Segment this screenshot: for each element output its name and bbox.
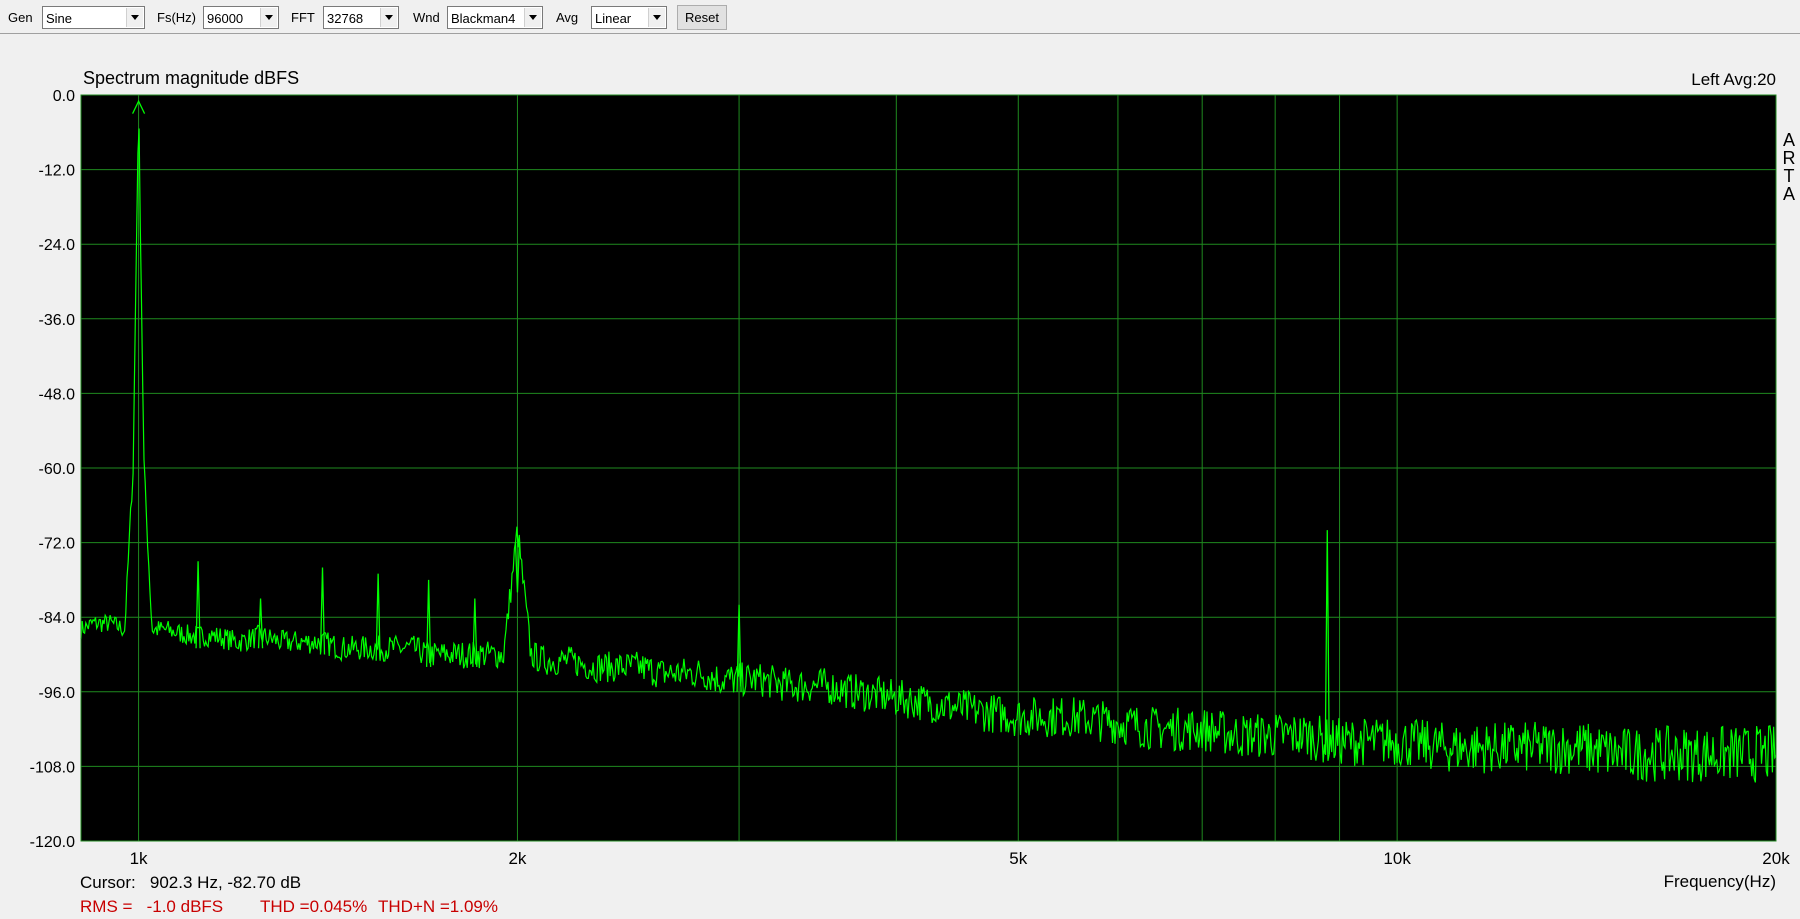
x-tick-label: 5k [1009,849,1027,868]
x-tick-label: 1k [130,849,148,868]
y-axis: 0.0 -12.0 -24.0 -36.0 -48.0 -60.0 -72.0 -84.0 -9… [30,88,75,851]
y-tick-label: -108.0 [30,759,75,776]
x-tick-label: 20k [1762,849,1790,868]
fft-select[interactable]: 32768 [323,6,399,29]
fft-select-value: 32768 [327,11,364,26]
y-tick-label: -96.0 [39,685,76,702]
avg-select[interactable]: Linear [591,6,667,29]
toolbar: Gen Sine Fs(Hz) 96000 FFT 32768 Wnd Blac… [0,0,1800,34]
wnd-select[interactable]: Blackman4 [447,6,543,29]
gen-select-value: Sine [46,11,73,26]
y-tick-label: -120.0 [30,834,75,851]
gen-select[interactable]: Sine [42,6,145,29]
x-tick-label: 2k [508,849,526,868]
y-tick-label: 0.0 [53,88,75,105]
thd-readout: THD =0.045% [260,897,368,916]
y-tick-label: -84.0 [39,610,76,627]
chevron-down-icon[interactable] [260,8,277,27]
fs-label: Fs(Hz) [157,10,196,25]
rms-readout: RMS = -1.0 dBFS [80,897,224,916]
fs-select[interactable]: 96000 [203,6,279,29]
x-axis: 1k 2k 5k 10k 20k [130,849,1791,868]
y-tick-label: -36.0 [39,312,76,329]
cursor-readout: Cursor: 902.3 Hz, -82.70 dB [80,873,302,892]
spectrum-panel: Spectrum magnitude dBFS Left Avg:20 A R … [0,35,1800,919]
chevron-down-icon[interactable] [126,8,143,27]
y-tick-label: -48.0 [39,386,76,403]
y-tick-label: -60.0 [39,461,76,478]
gen-label: Gen [8,10,33,25]
x-tick-label: 10k [1383,849,1411,868]
y-tick-label: -12.0 [39,163,76,180]
chevron-down-icon[interactable] [380,8,397,27]
fft-label: FFT [291,10,315,25]
avg-label: Avg [556,10,579,25]
y-tick-label: -72.0 [39,536,76,553]
thdn-readout: THD+N =1.09% [378,897,498,916]
x-axis-label: Frequency(Hz) [1663,872,1776,891]
fs-select-value: 96000 [207,11,244,26]
avg-select-value: Linear [595,11,632,26]
wnd-label: Wnd [413,10,440,25]
y-tick-label: -24.0 [39,237,76,254]
wnd-select-value: Blackman4 [451,11,516,26]
chevron-down-icon[interactable] [524,8,541,27]
chevron-down-icon[interactable] [648,8,665,27]
reset-button[interactable]: Reset [677,5,727,30]
spectrum-chart[interactable]: 0.0 -12.0 -24.0 -36.0 -48.0 -60.0 -72.0 -84.0 -9… [0,35,1800,919]
